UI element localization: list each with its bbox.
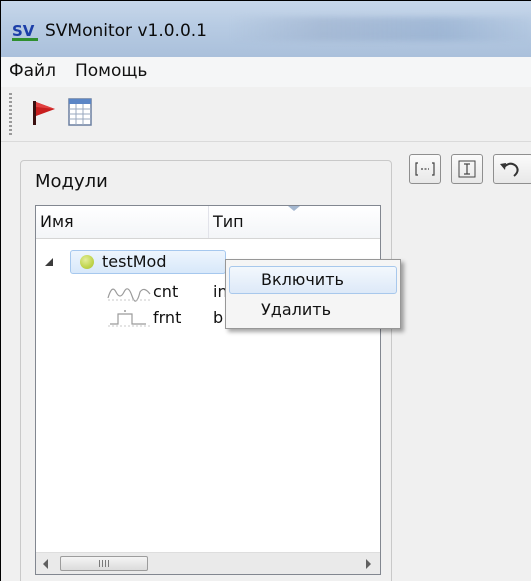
scroll-right-arrow-icon[interactable] (366, 559, 371, 569)
bracket-button[interactable] (409, 154, 441, 184)
tree-header: Имя Тип (36, 206, 380, 239)
context-menu: Включить Удалить (225, 259, 401, 329)
menu-item-delete[interactable]: Удалить (229, 296, 397, 324)
app-window: SV SVMonitor v1.0.0.1 Файл Помощь Модули (0, 0, 531, 581)
scroll-thumb-grip (99, 560, 109, 567)
fit-vertical-icon (458, 160, 476, 178)
modules-title: Модули (35, 171, 108, 192)
title-bar-background (231, 17, 531, 41)
signal-type: b (213, 308, 224, 327)
signal-name: cnt (153, 282, 179, 301)
analog-signal-icon (107, 288, 151, 302)
scroll-thumb[interactable] (60, 556, 148, 571)
signal-name: frnt (153, 308, 182, 327)
window-title: SVMonitor v1.0.0.1 (45, 21, 207, 41)
module-name: testMod (102, 252, 167, 271)
menu-file[interactable]: Файл (5, 61, 60, 81)
menu-item-enable[interactable]: Включить (229, 266, 397, 294)
menu-help[interactable]: Помощь (71, 61, 151, 81)
undo-button[interactable] (493, 154, 531, 184)
main-toolbar (1, 87, 531, 141)
horizontal-scrollbar[interactable] (36, 552, 380, 574)
module-status-icon (80, 255, 94, 269)
column-header-name[interactable]: Имя (36, 206, 209, 238)
table-icon[interactable] (63, 95, 97, 129)
title-bar[interactable]: SV SVMonitor v1.0.0.1 (1, 1, 531, 57)
toolbar-grip[interactable] (9, 93, 12, 135)
expand-triangle-icon[interactable] (44, 257, 54, 267)
app-logo-text: SV (12, 22, 35, 40)
red-flag-icon[interactable] (25, 95, 59, 129)
undo-icon (500, 162, 519, 177)
fit-vertical-button[interactable] (451, 154, 483, 184)
digital-signal-icon (108, 310, 150, 327)
bracket-icon (415, 162, 435, 176)
menu-bar: Файл Помощь (1, 57, 531, 88)
app-logo-icon: SV (12, 22, 38, 41)
sort-indicator-icon (288, 206, 300, 211)
scroll-left-arrow-icon[interactable] (43, 559, 48, 569)
